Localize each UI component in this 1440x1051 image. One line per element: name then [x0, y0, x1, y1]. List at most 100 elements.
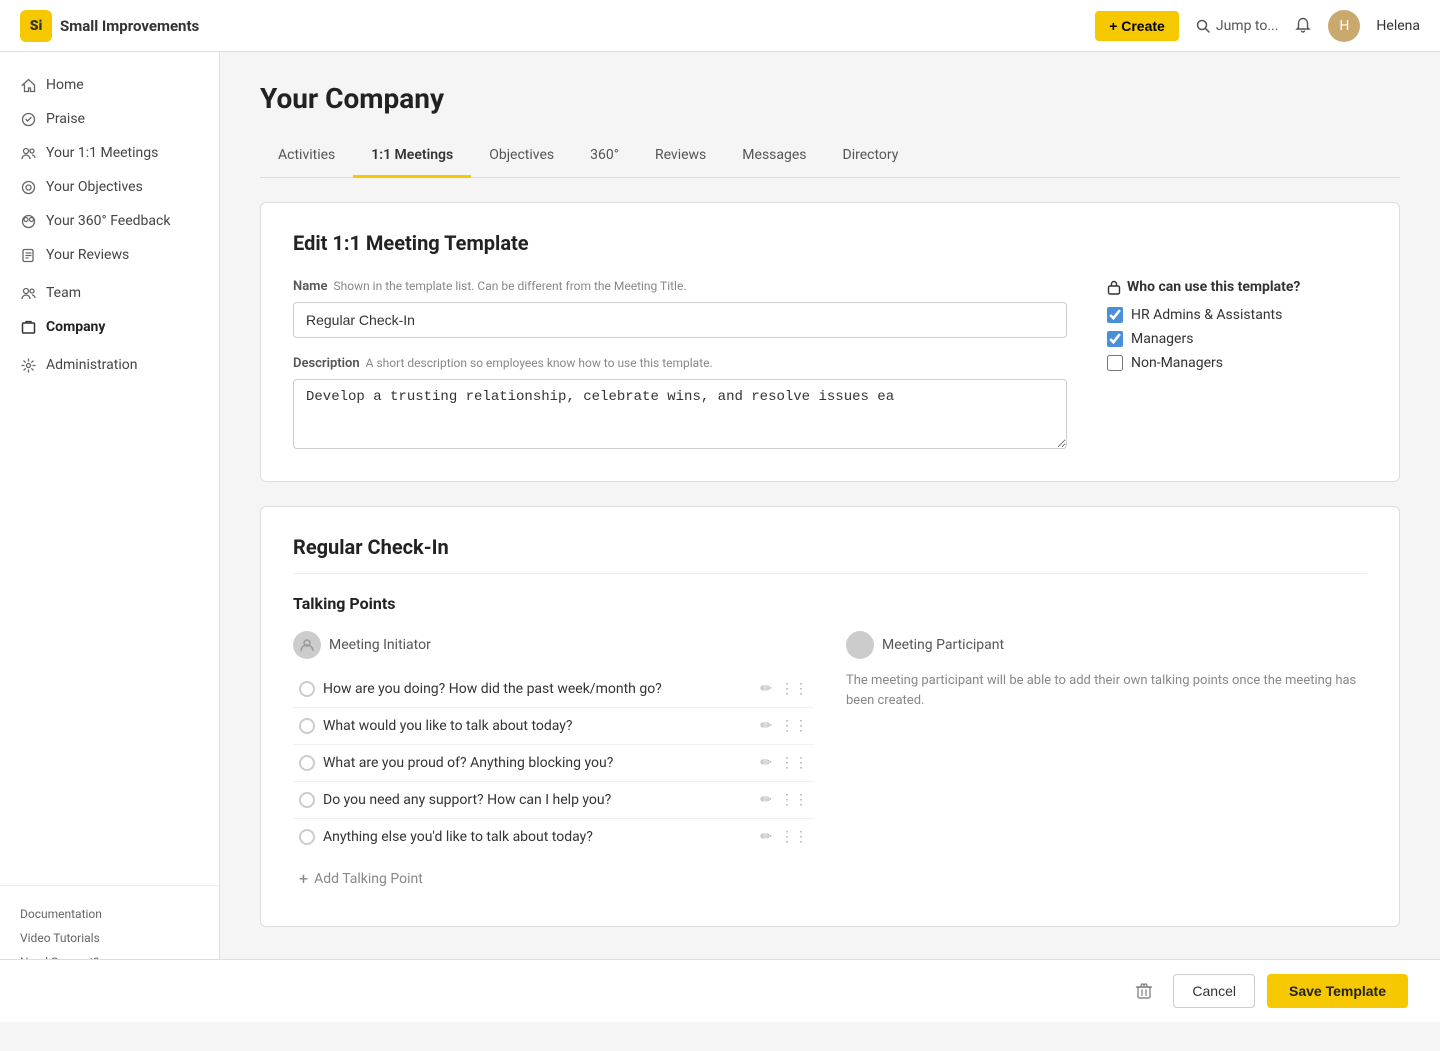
name-label: NameShown in the template list. Can be d… — [293, 279, 1067, 294]
notifications-bell[interactable] — [1294, 17, 1312, 35]
name-input[interactable] — [293, 302, 1067, 338]
sidebar-item-objectives-label: Your Objectives — [46, 179, 143, 195]
app-name: Small Improvements — [60, 17, 199, 35]
edit-icon-3[interactable]: ✏ — [760, 755, 772, 771]
desc-label: DescriptionA short description so employ… — [293, 356, 1067, 371]
team-icon — [20, 285, 36, 301]
desc-textarea[interactable]: Develop a trusting relationship, celebra… — [293, 379, 1067, 449]
delete-button[interactable] — [1127, 974, 1161, 1008]
sidebar-item-home-label: Home — [46, 77, 84, 93]
sidebar-item-feedback[interactable]: Your 360° Feedback — [0, 204, 219, 238]
perm-managers-checkbox[interactable] — [1107, 331, 1123, 347]
sidebar-item-home[interactable]: Home — [0, 68, 219, 102]
tp-text-5: Anything else you'd like to talk about t… — [323, 829, 752, 845]
user-avatar[interactable]: H — [1328, 10, 1360, 42]
sidebar-item-feedback-label: Your 360° Feedback — [46, 213, 170, 229]
logo-box: Si — [20, 10, 52, 42]
tab-reviews[interactable]: Reviews — [637, 135, 724, 178]
sidebar-item-company-label: Company — [46, 319, 105, 335]
jump-to-label: Jump to... — [1216, 18, 1279, 34]
drag-icon-1[interactable]: ⋮⋮ — [780, 681, 808, 697]
tp-checkbox-2 — [299, 718, 315, 734]
tab-directory[interactable]: Directory — [825, 135, 917, 178]
drag-icon-5[interactable]: ⋮⋮ — [780, 829, 808, 845]
perm-managers: Managers — [1107, 331, 1367, 347]
sidebar-item-administration[interactable]: Administration — [0, 348, 219, 382]
initiator-label: Meeting Initiator — [329, 637, 431, 653]
nav-actions: Jump to... H Helena — [1195, 10, 1420, 42]
tp-actions-3: ✏ ⋮⋮ — [760, 755, 808, 771]
drag-icon-2[interactable]: ⋮⋮ — [780, 718, 808, 734]
tp-text-1: How are you doing? How did the past week… — [323, 681, 752, 697]
perm-hr-checkbox[interactable] — [1107, 307, 1123, 323]
main-content: Your Company Activities 1:1 Meetings Obj… — [220, 52, 1440, 1051]
table-row: How are you doing? How did the past week… — [293, 671, 814, 708]
tp-actions-1: ✏ ⋮⋮ — [760, 681, 808, 697]
perm-non-managers-label: Non-Managers — [1131, 355, 1223, 371]
tab-360[interactable]: 360° — [572, 135, 637, 178]
sidebar-item-company[interactable]: Company — [0, 310, 219, 344]
drag-icon-3[interactable]: ⋮⋮ — [780, 755, 808, 771]
footer-link-docs[interactable]: Documentation — [20, 902, 199, 926]
participant-note: The meeting participant will be able to … — [846, 671, 1367, 710]
permissions-title: Who can use this template? — [1107, 279, 1367, 295]
tab-meetings[interactable]: 1:1 Meetings — [353, 135, 471, 178]
initiator-col: Meeting Initiator How are you doing? How… — [293, 631, 814, 898]
page-title: Your Company — [260, 82, 1400, 115]
user-name: Helena — [1376, 18, 1420, 34]
edit-icon-2[interactable]: ✏ — [760, 718, 772, 734]
drag-icon-4[interactable]: ⋮⋮ — [780, 792, 808, 808]
template-preview-card: Regular Check-In Talking Points Meeting … — [260, 506, 1400, 927]
tp-actions-5: ✏ ⋮⋮ — [760, 829, 808, 845]
sidebar-item-praise-label: Praise — [46, 111, 85, 127]
create-button[interactable]: + Create — [1095, 11, 1179, 41]
perm-non-managers-checkbox[interactable] — [1107, 355, 1123, 371]
edit-icon-1[interactable]: ✏ — [760, 681, 772, 697]
perm-non-managers: Non-Managers — [1107, 355, 1367, 371]
participant-label: Meeting Participant — [882, 637, 1004, 653]
reviews-icon — [20, 247, 36, 263]
tp-text-2: What would you like to talk about today? — [323, 718, 752, 734]
lock-icon — [1107, 279, 1121, 295]
footer-link-videos[interactable]: Video Tutorials — [20, 926, 199, 950]
sidebar-item-reviews[interactable]: Your Reviews — [0, 238, 219, 272]
jump-to-link[interactable]: Jump to... — [1195, 18, 1279, 34]
sidebar-item-team-label: Team — [46, 285, 81, 301]
perm-hr-label: HR Admins & Assistants — [1131, 307, 1282, 323]
tab-messages[interactable]: Messages — [724, 135, 824, 178]
tab-objectives[interactable]: Objectives — [471, 135, 572, 178]
tp-checkbox-5 — [299, 829, 315, 845]
sidebar-item-praise[interactable]: Praise — [0, 102, 219, 136]
tp-text-3: What are you proud of? Anything blocking… — [323, 755, 752, 771]
sidebar-item-objectives[interactable]: Your Objectives — [0, 170, 219, 204]
trash-icon — [1135, 982, 1153, 1000]
table-row: What would you like to talk about today?… — [293, 708, 814, 745]
sidebar-item-team[interactable]: Team — [0, 276, 219, 310]
talking-points-cols: Meeting Initiator How are you doing? How… — [293, 631, 1367, 898]
edit-icon-4[interactable]: ✏ — [760, 792, 772, 808]
edit-template-card: Edit 1:1 Meeting Template NameShown in t… — [260, 202, 1400, 482]
talking-points-list: How are you doing? How did the past week… — [293, 671, 814, 855]
feedback-icon — [20, 213, 36, 229]
tab-activities[interactable]: Activities — [260, 135, 353, 178]
home-icon — [20, 77, 36, 93]
tp-text-4: Do you need any support? How can I help … — [323, 792, 752, 808]
edit-card-title: Edit 1:1 Meeting Template — [293, 231, 1367, 255]
sidebar-item-admin-label: Administration — [46, 357, 137, 373]
edit-icon-5[interactable]: ✏ — [760, 829, 772, 845]
template-preview-title: Regular Check-In — [293, 535, 1367, 574]
sidebar-item-meetings-label: Your 1:1 Meetings — [46, 145, 158, 161]
table-row: Do you need any support? How can I help … — [293, 782, 814, 819]
save-template-button[interactable]: Save Template — [1267, 974, 1408, 1008]
footer-bar: Cancel Save Template — [0, 959, 1440, 1022]
add-talking-point-button[interactable]: + Add Talking Point — [293, 859, 814, 898]
initiator-avatar — [293, 631, 321, 659]
cancel-button[interactable]: Cancel — [1173, 974, 1255, 1008]
table-row: Anything else you'd like to talk about t… — [293, 819, 814, 855]
sidebar-item-meetings[interactable]: Your 1:1 Meetings — [0, 136, 219, 170]
tab-bar: Activities 1:1 Meetings Objectives 360° … — [260, 135, 1400, 178]
permissions-col: Who can use this template? HR Admins & A… — [1107, 279, 1367, 453]
praise-icon — [20, 111, 36, 127]
app-logo[interactable]: Si Small Improvements — [20, 10, 199, 42]
company-icon — [20, 319, 36, 335]
